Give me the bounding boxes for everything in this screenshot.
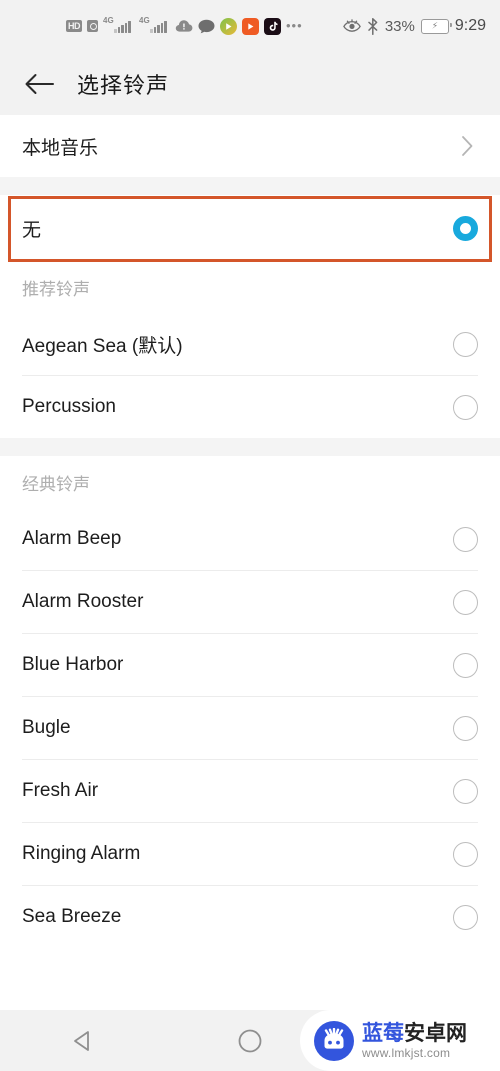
radio-unselected-icon[interactable] [453, 778, 478, 804]
site-watermark: 蓝莓安卓网 www.lmkjst.com [300, 1010, 500, 1071]
list-item-blue-harbor[interactable]: Blue Harbor [0, 634, 500, 696]
ringtone-label: Alarm Rooster [22, 591, 144, 612]
nav-back-triangle-icon[interactable] [0, 1028, 167, 1054]
none-row-wrapper: 无 [0, 195, 500, 262]
watermark-name-part1: 蓝莓 [362, 1021, 404, 1045]
hd-badge: HD [66, 20, 82, 32]
chevron-right-icon [456, 135, 478, 157]
battery-percent-label: 33% [384, 17, 415, 35]
back-arrow-icon[interactable] [22, 67, 56, 101]
radio-unselected-icon[interactable] [453, 331, 478, 357]
page-title: 选择铃声 [77, 72, 170, 98]
phone-screen: HD 4G 4G ••• 33% ⚡ 9:29 选择铃声 本地音乐 无 推荐铃声… [0, 0, 500, 1071]
eye-comfort-icon [342, 19, 361, 33]
status-bar: HD 4G 4G ••• 33% ⚡ 9:29 [0, 0, 500, 52]
app-header: 选择铃声 [0, 52, 500, 115]
clock-label: 9:29 [454, 17, 486, 34]
sim-lock-icon [87, 20, 98, 32]
watermark-url: www.lmkjst.com [362, 1045, 451, 1060]
ringtone-label: Aegean Sea (默认) [22, 335, 183, 357]
list-item-bugle[interactable]: Bugle [0, 697, 500, 759]
signal-4g-label: 4G [103, 16, 114, 25]
system-navigation-bar: 蓝莓安卓网 www.lmkjst.com [0, 1010, 500, 1071]
radio-unselected-icon[interactable] [453, 904, 478, 930]
radio-unselected-icon[interactable] [453, 394, 478, 420]
ringtone-label: Ringing Alarm [22, 843, 141, 864]
status-bar-right-icons: 33% ⚡ 9:29 [342, 17, 486, 35]
list-item-ringing-alarm[interactable]: Ringing Alarm [0, 823, 500, 885]
chat-bubble-icon [198, 19, 215, 34]
ringtone-label: Bugle [22, 717, 71, 738]
cloud-alert-icon [175, 19, 193, 33]
ringtone-label: Percussion [22, 396, 116, 417]
radio-unselected-icon[interactable] [453, 652, 478, 678]
list-item-none[interactable]: 无 [0, 195, 500, 261]
more-icon: ••• [286, 18, 303, 33]
radio-unselected-icon[interactable] [453, 715, 478, 741]
battery-charging-icon: ⚡ [420, 18, 452, 34]
radio-selected-icon[interactable] [453, 215, 478, 241]
list-item-sea-breeze[interactable]: Sea Breeze [0, 886, 500, 948]
section-gap [0, 177, 500, 195]
list-item-alarm-rooster[interactable]: Alarm Rooster [0, 571, 500, 633]
ringtone-label: Fresh Air [22, 780, 99, 801]
section-title-recommended: 推荐铃声 [22, 279, 90, 299]
section-header-classic: 经典铃声 [0, 456, 500, 508]
list-item-aegean-sea[interactable]: Aegean Sea (默认) [0, 313, 500, 375]
ringtone-list: 本地音乐 无 推荐铃声 Aegean Sea (默认) Percussion 经… [0, 115, 500, 1010]
watermark-name-part2: 安卓网 [404, 1021, 467, 1045]
list-item-alarm-beep[interactable]: Alarm Beep [0, 508, 500, 570]
watermark-text: 蓝莓安卓网 www.lmkjst.com [362, 1023, 467, 1059]
section-title-classic: 经典铃声 [22, 474, 90, 494]
signal-4g-secondary-icon: 4G [139, 16, 170, 33]
video-app-icon [242, 17, 259, 35]
signal-4g-secondary-label: 4G [139, 16, 150, 25]
section-header-recommended: 推荐铃声 [0, 261, 500, 313]
status-bar-left-icons: HD 4G 4G ••• [14, 16, 303, 35]
ringtone-label: Blue Harbor [22, 654, 124, 675]
watermark-site-name: 蓝莓安卓网 [362, 1023, 467, 1044]
play-app-icon [220, 17, 237, 35]
list-item-fresh-air[interactable]: Fresh Air [0, 760, 500, 822]
android-mascot-logo-icon [314, 1020, 354, 1061]
radio-unselected-icon[interactable] [453, 841, 478, 867]
signal-4g-icon: 4G [103, 16, 134, 33]
radio-unselected-icon[interactable] [453, 589, 478, 615]
list-item-percussion[interactable]: Percussion [0, 376, 500, 438]
tiktok-app-icon [264, 17, 281, 35]
radio-unselected-icon[interactable] [453, 526, 478, 552]
ringtone-label: Alarm Beep [22, 528, 122, 549]
list-item-local-music[interactable]: 本地音乐 [0, 115, 500, 177]
none-label: 无 [22, 219, 42, 241]
local-music-label: 本地音乐 [22, 137, 99, 159]
ringtone-label: Sea Breeze [22, 906, 122, 927]
bluetooth-icon [367, 17, 379, 35]
section-gap [0, 438, 500, 456]
